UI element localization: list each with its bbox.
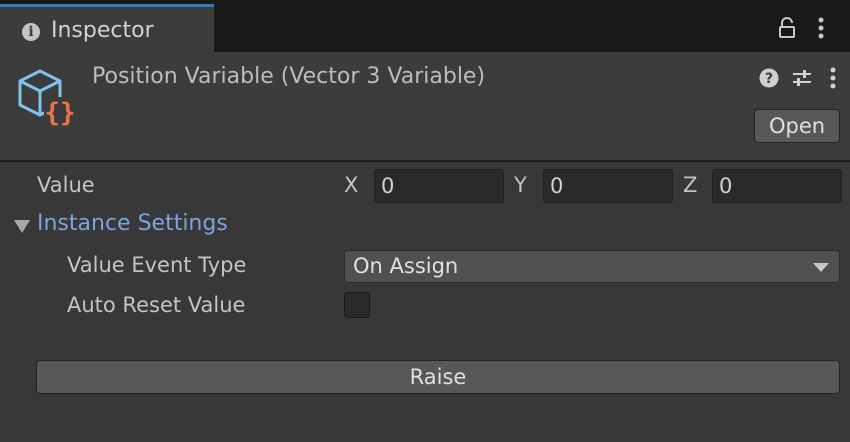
dropdown-value: On Assign [353,254,459,278]
header-divider [0,160,850,162]
raise-button[interactable]: Raise [36,360,840,394]
instance-settings-foldout[interactable]: Instance Settings [37,211,228,236]
y-label: Y [514,173,527,197]
info-icon: i [22,23,40,41]
auto-reset-value-checkbox[interactable] [344,292,370,318]
tab-label: Inspector [51,18,154,43]
x-field[interactable]: 0 [374,169,504,203]
help-icon[interactable]: ? [759,68,779,88]
x-label: X [344,173,359,197]
kebab-menu-icon[interactable] [817,17,825,39]
kebab-menu-icon[interactable] [829,67,837,89]
y-field[interactable]: 0 [543,169,673,203]
scriptable-object-icon: {} [18,69,76,128]
tab-bar: i Inspector [0,0,850,52]
z-label: Z [683,173,698,197]
z-field[interactable]: 0 [712,169,842,203]
dropdown-arrow-icon [813,263,829,272]
value-label: Value [37,173,95,197]
lock-icon[interactable] [778,17,796,39]
svg-text:?: ? [765,71,773,87]
svg-text:{}: {} [44,98,75,128]
foldout-arrow-icon[interactable] [14,220,30,233]
asset-title: Position Variable (Vector 3 Variable) [92,64,486,89]
tab-inspector[interactable]: i Inspector [0,4,214,52]
value-event-type-dropdown[interactable]: On Assign [344,250,840,283]
open-button[interactable]: Open [754,109,840,143]
auto-reset-value-label: Auto Reset Value [67,293,246,317]
presets-icon[interactable] [791,67,813,89]
value-event-type-label: Value Event Type [67,253,247,277]
